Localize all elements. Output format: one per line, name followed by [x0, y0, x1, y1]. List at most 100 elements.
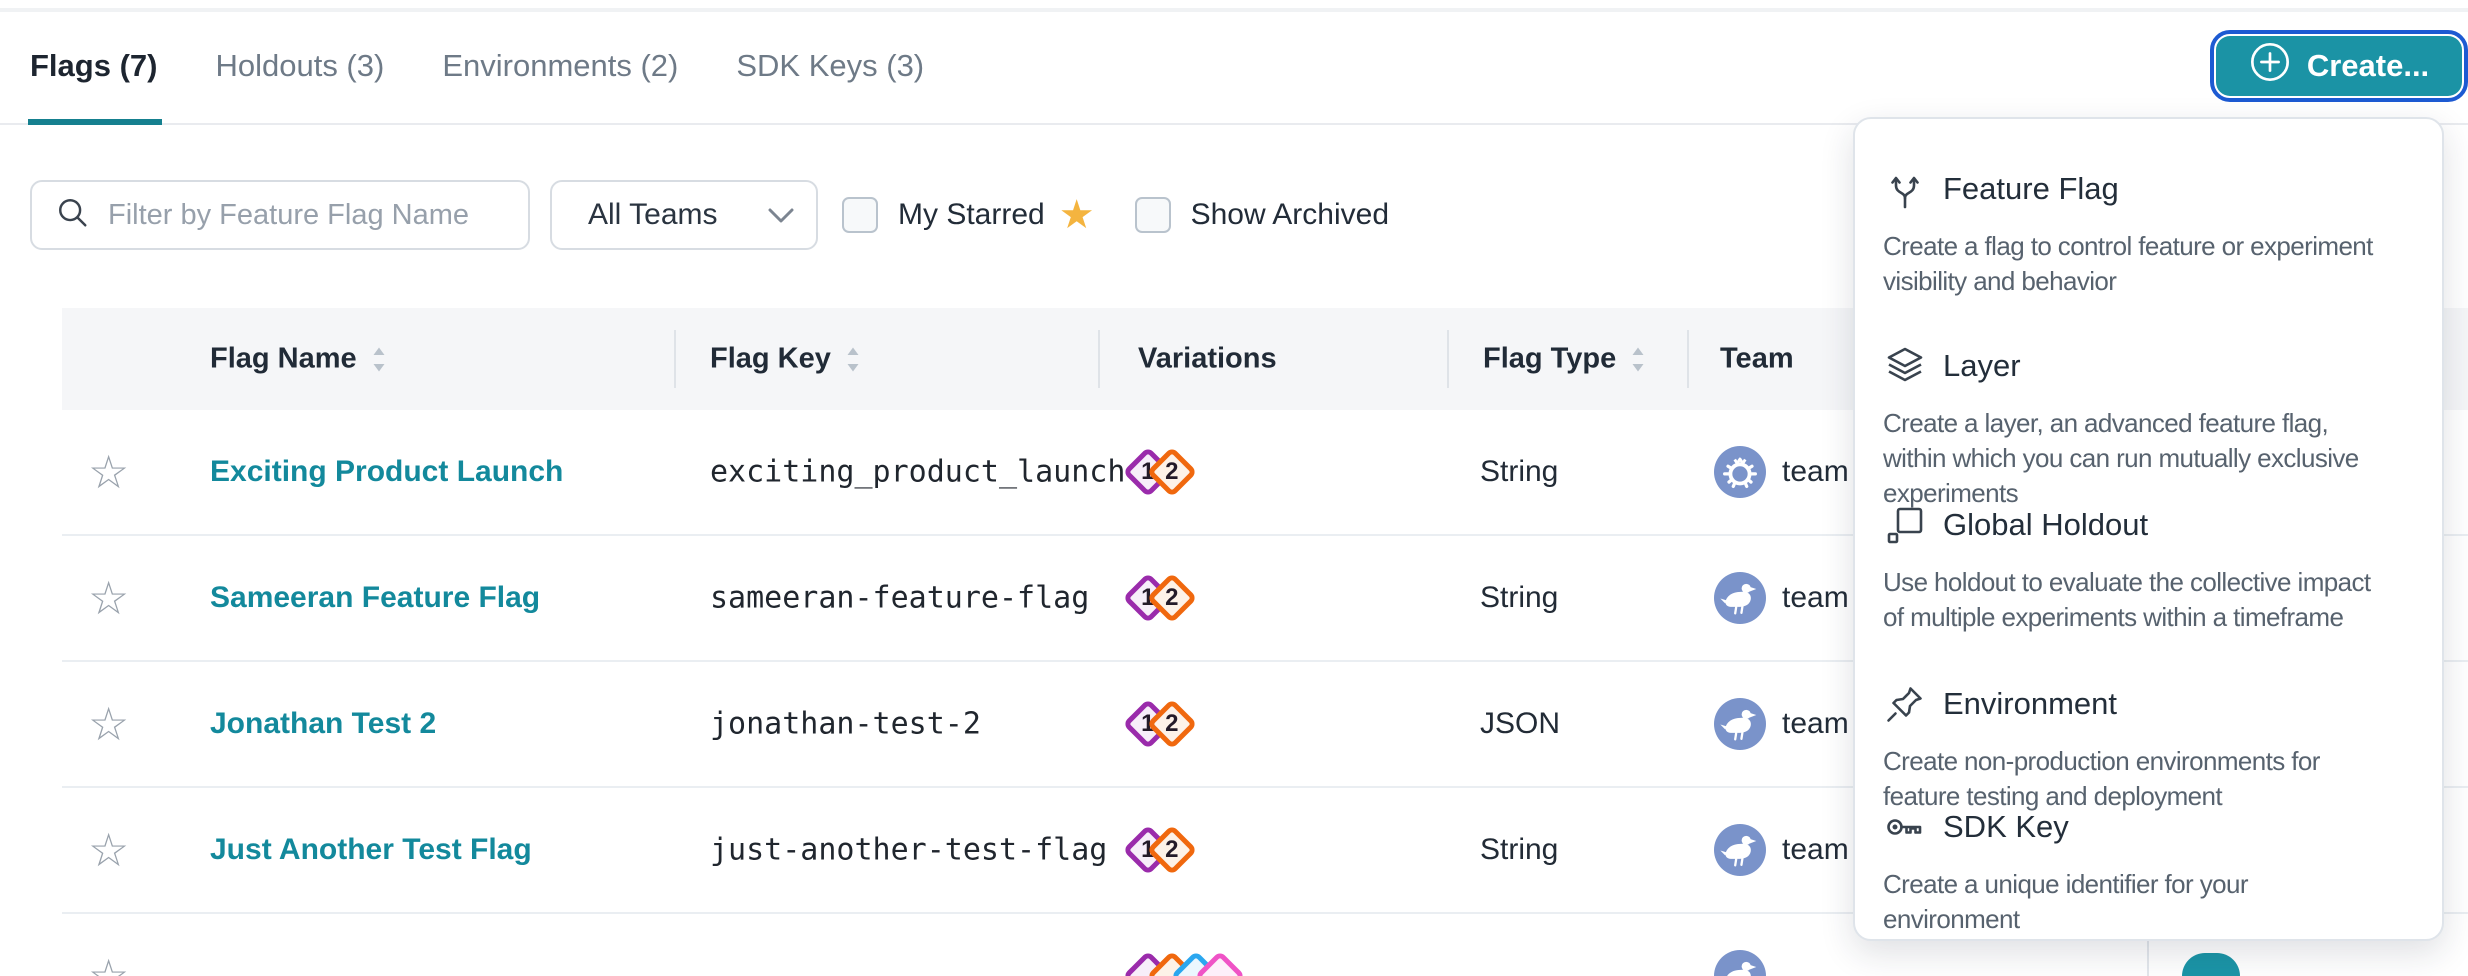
create-menu-item-description: Create a flag to control feature or expe…	[1883, 229, 2418, 299]
flag-name-link[interactable]: Exciting Product Launch	[210, 455, 563, 489]
column-label: Team	[1720, 343, 1794, 376]
environment-toggle-on[interactable]	[2182, 953, 2240, 976]
top-divider	[0, 8, 2468, 12]
tab-holdouts-3[interactable]: Holdouts (3)	[199, 36, 400, 96]
column-label: Flag Name	[210, 343, 357, 376]
team-filter-select[interactable]: All Teams	[550, 180, 818, 250]
flag-search-input[interactable]	[108, 199, 508, 232]
column-divider	[1447, 330, 1449, 388]
variation-number: 2	[1165, 584, 1178, 612]
create-menu-item-description: Create a layer, an advanced feature flag…	[1883, 406, 2418, 511]
create-menu-item-label: Global Holdout	[1943, 507, 2148, 543]
search-icon	[56, 196, 90, 235]
column-divider	[1098, 330, 1100, 388]
flags-page: Flags (7) Holdouts (3) Environments (2) SDK…	[0, 0, 2468, 976]
column-label: Flag Type	[1483, 343, 1616, 376]
tab-environments-2[interactable]: Environments (2)	[426, 36, 694, 96]
column-header-team: Team	[1720, 343, 1794, 376]
star-toggle-icon[interactable]: ☆	[88, 575, 129, 621]
create-menu-item-title: SDK Key	[1883, 803, 2418, 851]
team-avatar	[1714, 950, 1766, 976]
star-icon: ★	[1059, 197, 1095, 233]
team-name: team	[1782, 707, 1849, 741]
filter-bar: All Teams My Starred ★ Show Archived	[30, 180, 1389, 250]
create-menu-item-label: SDK Key	[1943, 809, 2069, 845]
layer-icon	[1883, 344, 1927, 388]
column-header-variations: Variations	[1138, 343, 1277, 376]
star-toggle-icon[interactable]: ☆	[88, 449, 129, 495]
tab-bar: Flags (7) Holdouts (3) Environments (2) SDK…	[14, 36, 940, 96]
plus-circle-icon	[2249, 41, 2291, 83]
plus-circle-icon	[2249, 41, 2291, 91]
team-avatar	[1714, 824, 1766, 876]
feature-flag-icon	[1883, 167, 1927, 211]
global-holdout-icon	[1883, 503, 1927, 547]
column-header-flag-type[interactable]: Flag Type	[1483, 343, 1646, 376]
variation-number: 2	[1165, 458, 1178, 486]
variations: 12	[1130, 832, 1190, 868]
chevron-down-icon	[768, 198, 794, 232]
create-button-label: Create...	[2307, 48, 2429, 84]
flag-name-link[interactable]: Sameeran Feature Flag	[210, 581, 540, 615]
flag-key: just-another-test-flag	[710, 833, 1107, 868]
flag-name-link[interactable]: Just Another Test Flag	[210, 833, 532, 867]
create-menu-item-title: Environment	[1883, 680, 2418, 728]
create-menu-item-global-holdout[interactable]: Global Holdout Use holdout to evaluate t…	[1883, 501, 2418, 635]
tab-flags-7[interactable]: Flags (7)	[14, 36, 173, 96]
create-menu-item-feature-flag[interactable]: Feature Flag Create a flag to control fe…	[1883, 165, 2418, 299]
flag-name-link[interactable]: Jonathan Test 2	[210, 707, 436, 741]
variation-number: 2	[1165, 710, 1178, 738]
star-toggle-icon[interactable]: ☆	[88, 701, 129, 747]
column-label: Flag Key	[710, 343, 831, 376]
my-starred-checkbox[interactable]	[842, 197, 878, 233]
create-menu-item-sdk-key[interactable]: SDK Key Create a unique identifier for y…	[1883, 803, 2418, 937]
create-menu-item-description: Use holdout to evaluate the collective i…	[1883, 565, 2418, 635]
global-holdout-icon	[1883, 503, 1927, 547]
create-menu-item-title: Layer	[1883, 342, 2418, 390]
variation-number: 2	[1165, 836, 1178, 864]
environment-icon	[1883, 682, 1927, 726]
create-menu-item-title: Global Holdout	[1883, 501, 2418, 549]
column-header-flag-key[interactable]: Flag Key	[710, 343, 861, 376]
flag-type: String	[1480, 455, 1558, 489]
variations: 12	[1130, 706, 1190, 742]
column-header-flag-name[interactable]: Flag Name	[210, 343, 387, 376]
create-button[interactable]: Create...	[2216, 36, 2462, 96]
show-archived-checkbox[interactable]	[1135, 197, 1171, 233]
create-menu-item-environment[interactable]: Environment Create non-production enviro…	[1883, 680, 2418, 814]
sort-icon	[1630, 344, 1646, 374]
layer-icon	[1883, 344, 1927, 388]
flag-key: sameeran-feature-flag	[710, 581, 1089, 616]
star-toggle-icon[interactable]: ☆	[88, 827, 129, 873]
team-name: team	[1782, 833, 1849, 867]
my-starred-label: My Starred	[898, 198, 1045, 232]
create-menu-item-title: Feature Flag	[1883, 165, 2418, 213]
team-avatar	[1714, 698, 1766, 750]
environment-icon	[1883, 682, 1927, 726]
bird-icon	[1717, 953, 1763, 976]
tab-sdk-keys-3[interactable]: SDK Keys (3)	[720, 36, 940, 96]
create-menu-item-layer[interactable]: Layer Create a layer, an advanced featur…	[1883, 342, 2418, 511]
team-filter-value: All Teams	[588, 198, 768, 232]
flag-type: JSON	[1480, 707, 1560, 741]
show-archived-label: Show Archived	[1191, 198, 1389, 232]
feature-flag-icon	[1883, 167, 1927, 211]
star-toggle-icon[interactable]: ☆	[88, 953, 129, 976]
bird-icon	[1717, 701, 1763, 747]
variations: 12	[1130, 580, 1190, 616]
column-divider	[1687, 330, 1689, 388]
sort-icon	[845, 344, 861, 374]
flag-search-box[interactable]	[30, 180, 530, 250]
bird-icon	[1717, 827, 1763, 873]
lightbulb-icon	[1717, 449, 1763, 495]
create-menu-item-label: Feature Flag	[1943, 171, 2119, 207]
team-avatar	[1714, 572, 1766, 624]
column-divider	[674, 330, 676, 388]
flag-type: String	[1480, 833, 1558, 867]
create-menu: Feature Flag Create a flag to control fe…	[1853, 117, 2444, 941]
flag-key: exciting_product_launch	[710, 455, 1125, 490]
create-menu-item-label: Environment	[1943, 686, 2117, 722]
chevron-down-icon	[768, 208, 794, 224]
sdk-key-icon	[1883, 805, 1927, 849]
column-label: Variations	[1138, 343, 1277, 376]
